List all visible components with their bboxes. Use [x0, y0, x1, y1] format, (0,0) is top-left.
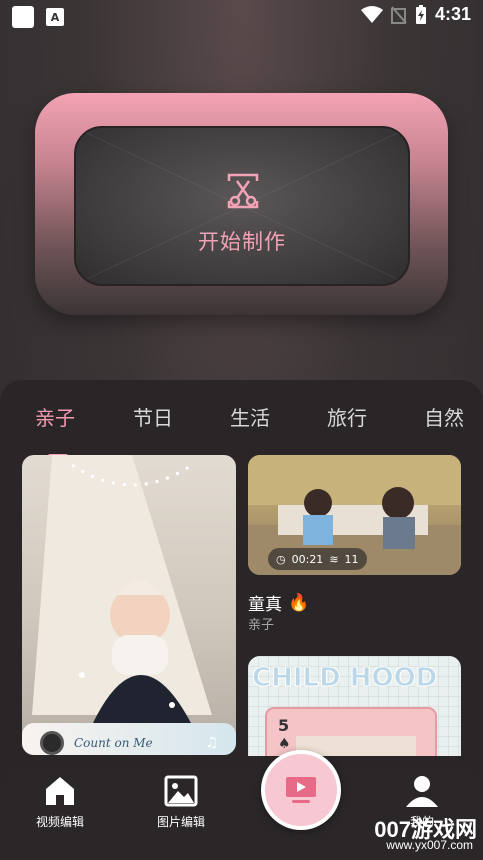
template-card-baby[interactable]: Count on Me ♫ — [22, 455, 236, 755]
tab-parent-child[interactable]: 亲子 — [35, 402, 75, 431]
template-title: 童真 🔥 — [248, 590, 310, 616]
svg-text:CHILD HOOD: CHILD HOOD — [252, 663, 437, 693]
layers-icon: ≋ — [329, 552, 339, 566]
create-video-button[interactable] — [261, 750, 341, 830]
music-title: Count on Me — [74, 736, 153, 750]
template-category: 亲子 — [248, 618, 275, 633]
nav-video-edit[interactable]: 视频编辑 — [15, 767, 105, 830]
fire-icon: 🔥 — [288, 592, 310, 613]
music-note-icon: ♫ — [205, 735, 218, 751]
category-tabs: 亲子 节日 生活 旅行 自然 — [0, 402, 483, 458]
clock-icon: ◷ — [276, 552, 286, 566]
baby-photo — [32, 455, 212, 725]
video-meta: ◷ 00:21 ≋ 11 — [268, 548, 367, 570]
record-disc-icon — [40, 731, 64, 755]
app-square-icon — [12, 6, 34, 28]
nav-image-edit[interactable]: 图片编辑 — [136, 767, 226, 830]
user-icon — [406, 776, 438, 807]
music-bar: Count on Me ♫ — [22, 723, 236, 755]
wifi-icon — [360, 5, 383, 23]
a-badge-icon: A — [46, 8, 64, 26]
watermark-url: www.yx007.com — [386, 838, 473, 852]
template-card-playing-card[interactable]: CHILD HOOD 5 ♠ — [248, 656, 461, 756]
create-label: 开始制作 — [198, 230, 286, 254]
image-icon — [164, 775, 198, 807]
spade-icon: ♠ — [278, 736, 291, 752]
battery-charging-icon — [415, 4, 426, 24]
play-screen-icon — [286, 777, 316, 803]
create-card-inner[interactable]: 开始制作 — [74, 126, 410, 286]
template-card-childhood[interactable]: ◷ 00:21 ≋ 11 — [248, 455, 461, 575]
template-title-text: 童真 — [248, 595, 282, 615]
tab-travel[interactable]: 旅行 — [327, 402, 367, 431]
layer-count: 11 — [344, 552, 359, 566]
card-number: 5 — [278, 716, 290, 735]
tab-holiday[interactable]: 节日 — [133, 402, 173, 431]
tab-nature[interactable]: 自然 — [424, 402, 464, 431]
home-icon — [46, 777, 74, 805]
tab-life[interactable]: 生活 — [230, 402, 270, 431]
video-duration: 00:21 — [291, 552, 324, 566]
nav-video-edit-label: 视频编辑 — [35, 815, 84, 829]
create-card[interactable]: 开始制作 — [35, 93, 448, 315]
nav-image-edit-label: 图片编辑 — [156, 815, 205, 829]
status-bar: A 4:31 — [0, 0, 483, 34]
no-signal-icon — [390, 5, 407, 24]
scissors-frame-icon — [227, 173, 259, 209]
status-time: 4:31 — [434, 4, 471, 24]
